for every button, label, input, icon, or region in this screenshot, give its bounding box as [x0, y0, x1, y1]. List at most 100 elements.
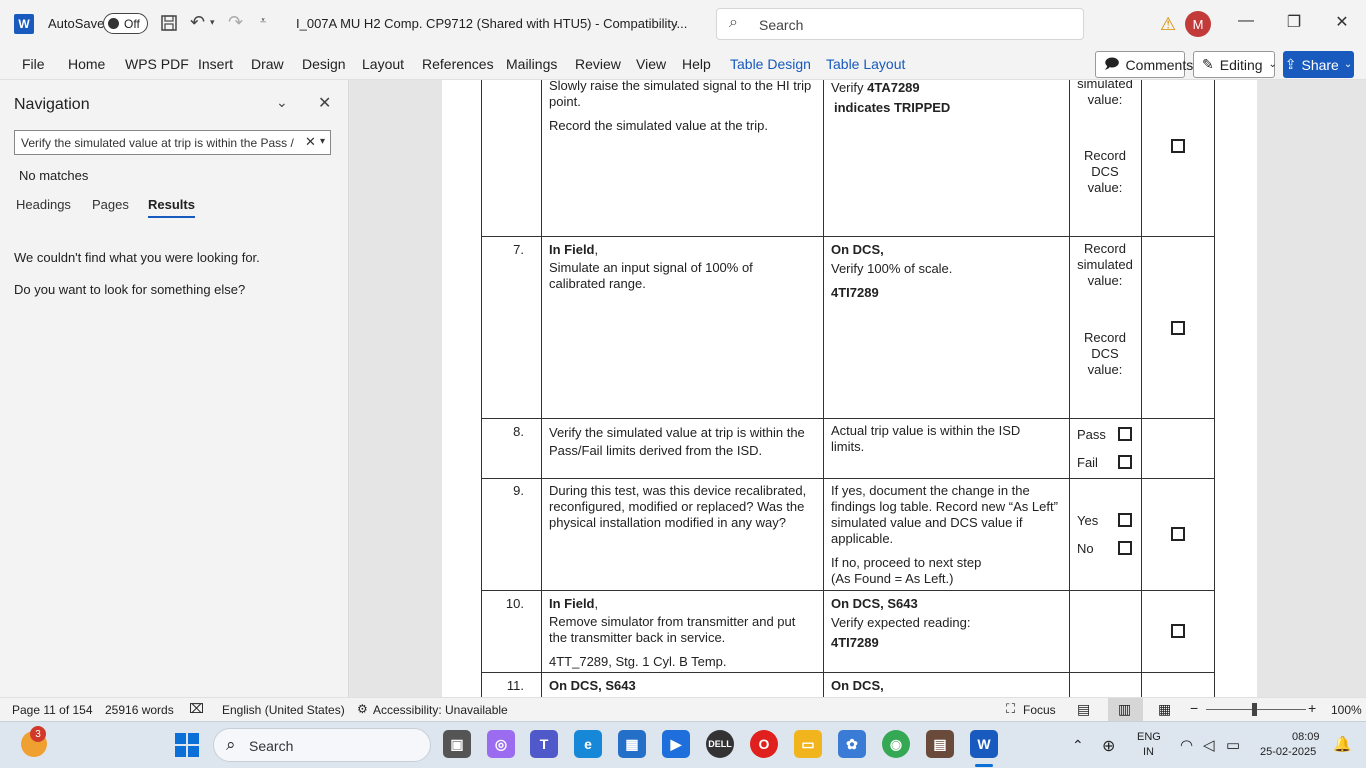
clock-time[interactable]: 08:09	[1292, 731, 1320, 743]
contact-app-icon[interactable]: ▤	[926, 730, 954, 758]
fail-checkbox[interactable]	[1118, 455, 1132, 469]
clock-date[interactable]: 25-02-2025	[1260, 746, 1316, 758]
task-view-icon[interactable]: ▣	[443, 730, 471, 758]
status-bar: Page 11 of 154 25916 words ⌧ English (Un…	[0, 697, 1366, 721]
taskbar-search-label: Search	[249, 738, 294, 754]
web-layout-icon[interactable]: ▦	[1158, 701, 1171, 718]
close-window-icon[interactable]: ✕	[1330, 12, 1354, 32]
windows-start-icon[interactable]	[175, 733, 199, 757]
page-count[interactable]: Page 11 of 154	[12, 703, 93, 717]
wifi-icon[interactable]: ◠	[1180, 736, 1193, 754]
edge-icon[interactable]: e	[574, 730, 602, 758]
row9-expected-text-2: If no, proceed to next step	[831, 555, 982, 570]
avatar[interactable]: M	[1185, 11, 1211, 37]
editing-mode-button[interactable]: ✎ Editing ⌄	[1193, 51, 1277, 78]
file-explorer-icon[interactable]: ▭	[794, 730, 822, 758]
maximize-icon[interactable]: ❐	[1282, 12, 1306, 32]
row10-action-text-2: 4TT_7289, Stg. 1 Cyl. B Temp.	[549, 654, 727, 669]
language-label-2[interactable]: IN	[1143, 746, 1154, 758]
document-page[interactable]: Slowly raise the simulated signal to the…	[442, 80, 1257, 697]
row7-expected-text: Verify 100% of scale.	[831, 261, 953, 276]
store-icon[interactable]: ▦	[618, 730, 646, 758]
fail-label: Fail	[1077, 455, 1098, 470]
zoom-out-icon[interactable]: −	[1190, 700, 1198, 716]
warning-icon[interactable]: ⚠	[1160, 14, 1176, 35]
pass-checkbox[interactable]	[1118, 427, 1132, 441]
no-checkbox[interactable]	[1118, 541, 1132, 555]
row7-checkbox[interactable]	[1171, 321, 1185, 335]
tab-references[interactable]: References	[422, 56, 494, 72]
tab-layout[interactable]: Layout	[362, 56, 404, 72]
read-mode-icon[interactable]: ▤	[1077, 701, 1090, 718]
nav-tab-results[interactable]: Results	[148, 197, 195, 218]
opera-icon[interactable]: O	[750, 730, 778, 758]
tab-help[interactable]: Help	[682, 56, 711, 72]
yes-checkbox[interactable]	[1118, 513, 1132, 527]
focus-button[interactable]: Focus	[1023, 703, 1056, 717]
navigation-search-input[interactable]	[21, 134, 296, 151]
row10-action-bold: In Field	[549, 596, 595, 611]
tab-design[interactable]: Design	[302, 56, 346, 72]
tab-home[interactable]: Home	[68, 56, 105, 72]
autosave-toggle[interactable]: Off	[103, 13, 148, 34]
accessibility-status[interactable]: Accessibility: Unavailable	[373, 703, 508, 717]
dell-icon[interactable]: DELL	[706, 730, 734, 758]
minimize-icon[interactable]: —	[1234, 12, 1258, 30]
undo-dropdown-icon[interactable]: ▾	[210, 17, 215, 28]
share-chevron-down-icon: ⌄	[1343, 59, 1353, 70]
proofing-icon[interactable]: ⌧	[189, 701, 204, 717]
zoom-level[interactable]: 100%	[1331, 703, 1362, 717]
volume-icon[interactable]: ◁	[1203, 736, 1215, 754]
word-logo-icon: W	[14, 14, 34, 34]
redo-icon[interactable]: ↷	[228, 12, 243, 33]
comments-button[interactable]: 🗩 Comments	[1095, 51, 1193, 78]
undo-icon[interactable]: ↶	[190, 12, 205, 33]
tab-view[interactable]: View	[636, 56, 666, 72]
suggestion-message: Do you want to look for something else?	[14, 282, 246, 297]
title-search-box[interactable]: ⌕ Search	[716, 8, 1084, 40]
save-icon[interactable]	[160, 14, 178, 37]
title-bar: W AutoSave Off ↶ ▾ ↷ ⩡ I_007A MU H2 Comp…	[0, 0, 1366, 48]
pane-options-chevron-icon[interactable]: ⌄	[276, 94, 288, 111]
chrome-icon[interactable]: ◉	[882, 730, 910, 758]
tab-file[interactable]: File	[22, 56, 45, 72]
tab-table-layout[interactable]: Table Layout	[826, 56, 905, 72]
tab-review[interactable]: Review	[575, 56, 621, 72]
language-label-1[interactable]: ENG	[1137, 731, 1161, 743]
row9-number: 9.	[513, 483, 524, 498]
row7-expected-heading: On DCS,	[831, 242, 884, 257]
tab-table-design[interactable]: Table Design	[730, 56, 811, 72]
row8-expected-text: Actual trip value is within the ISD limi…	[831, 423, 1021, 454]
photos-icon[interactable]: ✿	[838, 730, 866, 758]
tab-mailings[interactable]: Mailings	[506, 56, 557, 72]
clear-search-icon[interactable]: ✕	[305, 134, 316, 150]
tab-draw[interactable]: Draw	[251, 56, 284, 72]
tab-wps-pdf[interactable]: WPS PDF	[125, 56, 189, 72]
search-icon: ⌕	[729, 14, 738, 31]
close-pane-icon[interactable]: ✕	[318, 93, 331, 113]
taskbar-search-box[interactable]: ⌕ Search	[213, 728, 431, 762]
print-layout-icon[interactable]: ▥	[1118, 701, 1131, 718]
notification-bell-icon[interactable]: 🔔	[1333, 735, 1352, 753]
zoom-slider-thumb[interactable]	[1252, 703, 1257, 716]
word-count[interactable]: 25916 words	[105, 703, 174, 717]
customize-toolbar-icon[interactable]: ⩡	[260, 15, 266, 28]
power-automate-icon[interactable]: ▶	[662, 730, 690, 758]
row6-checkbox[interactable]	[1171, 139, 1185, 153]
row10-checkbox[interactable]	[1171, 624, 1185, 638]
tab-insert[interactable]: Insert	[198, 56, 233, 72]
word-taskbar-icon[interactable]: W	[970, 730, 998, 758]
teams-icon[interactable]: T	[530, 730, 558, 758]
zoom-in-icon[interactable]: +	[1308, 700, 1316, 716]
copilot-icon[interactable]: ◎	[487, 730, 515, 758]
language-status[interactable]: English (United States)	[222, 703, 345, 717]
chevron-up-icon[interactable]: ⌃	[1072, 737, 1084, 754]
nav-tab-pages[interactable]: Pages	[92, 197, 129, 212]
share-button[interactable]: ⇪ Share ⌄	[1283, 51, 1354, 78]
network-status-icon[interactable]: ⊕	[1102, 736, 1115, 756]
battery-icon[interactable]: ▭	[1226, 736, 1240, 754]
row9-checkbox[interactable]	[1171, 527, 1185, 541]
search-options-chevron-icon[interactable]: ▾	[320, 136, 325, 147]
title-chevron-down-icon[interactable]: ⌄	[669, 15, 680, 31]
nav-tab-headings[interactable]: Headings	[16, 197, 71, 212]
